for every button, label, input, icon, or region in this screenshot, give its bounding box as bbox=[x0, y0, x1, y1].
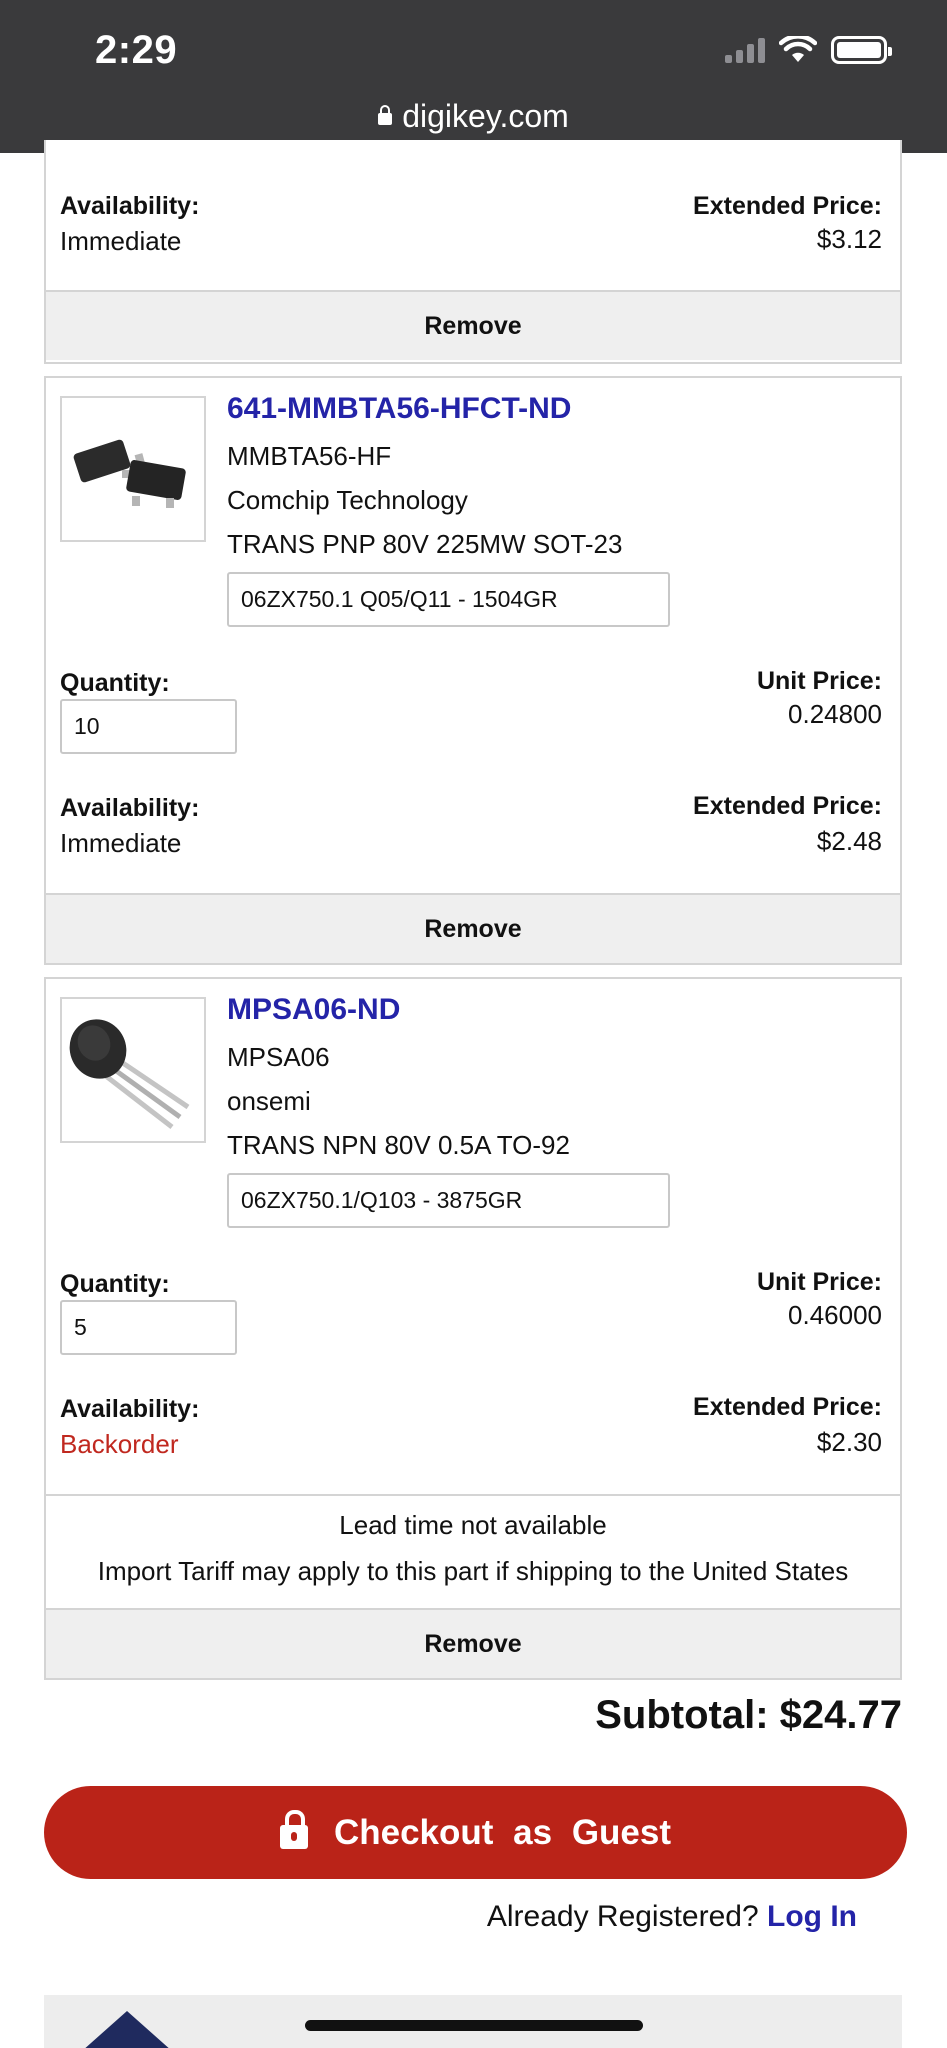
manufacturer-part-number: MPSA06 bbox=[227, 1042, 330, 1072]
unit-price-label: Unit Price: bbox=[756, 1268, 882, 1296]
part-description: TRANS PNP 80V 225MW SOT-23 bbox=[227, 529, 623, 559]
checkout-as-guest-button[interactable]: Checkout as Guest bbox=[44, 1786, 907, 1879]
lock-icon bbox=[378, 105, 393, 125]
part-description: TRANS NPN 80V 0.5A TO-92 bbox=[227, 1130, 570, 1160]
login-prompt: Already Registered? Log In bbox=[487, 1900, 857, 1934]
part-number-link[interactable]: MPSA06-ND bbox=[227, 993, 400, 1027]
quantity-label: Quantity: bbox=[60, 669, 170, 697]
tariff-notice: Import Tariff may apply to this part if … bbox=[97, 1556, 849, 1586]
lead-time-notice: Lead time not available bbox=[339, 1510, 607, 1540]
subtotal-value: $24.77 bbox=[779, 1693, 902, 1737]
unit-price-value: 0.46000 bbox=[788, 1300, 882, 1330]
status-time: 2:29 bbox=[95, 28, 178, 72]
unit-price-value: 0.24800 bbox=[788, 699, 882, 729]
extended-price-value: $2.30 bbox=[816, 1427, 882, 1457]
product-thumbnail[interactable] bbox=[60, 396, 206, 542]
address-bar[interactable]: digikey.com bbox=[0, 98, 947, 135]
cart-item-card: MPSA06-ND MPSA06 onsemi TRANS NPN 80V 0.… bbox=[44, 977, 902, 1680]
log-in-link[interactable]: Log In bbox=[767, 1900, 857, 1933]
availability-value: Backorder bbox=[60, 1429, 179, 1459]
extended-price-value: $2.48 bbox=[816, 826, 882, 856]
extended-price-value: $3.12 bbox=[816, 224, 882, 254]
extended-price-label: Extended Price: bbox=[693, 192, 882, 220]
subtotal: Subtotal: $24.77 bbox=[595, 1693, 902, 1738]
url-text: digikey.com bbox=[402, 98, 569, 134]
subtotal-label: Subtotal: bbox=[595, 1693, 769, 1737]
remove-button[interactable]: Remove bbox=[46, 290, 900, 360]
wifi-icon bbox=[779, 36, 817, 62]
battery-icon bbox=[831, 36, 892, 64]
brand-logo-icon bbox=[82, 2011, 172, 2048]
manufacturer-name: Comchip Technology bbox=[227, 485, 468, 515]
lock-icon bbox=[279, 1809, 308, 1849]
unit-price-label: Unit Price: bbox=[756, 667, 882, 695]
quantity-field[interactable]: 10 bbox=[60, 699, 237, 754]
availability-label: Availability: bbox=[60, 192, 200, 220]
quantity-label: Quantity: bbox=[60, 1270, 170, 1298]
extended-price-label: Extended Price: bbox=[693, 792, 882, 820]
manufacturer-name: onsemi bbox=[227, 1086, 311, 1116]
remove-button[interactable]: Remove bbox=[46, 893, 900, 963]
item-notice: Lead time not available Import Tariff ma… bbox=[46, 1494, 900, 1608]
customer-reference-field[interactable]: 06ZX750.1 Q05/Q11 - 1504GR bbox=[227, 572, 670, 627]
sot23-package-icon bbox=[73, 439, 186, 508]
cellular-signal-icon bbox=[725, 37, 765, 63]
registered-prompt: Already Registered? bbox=[486, 1900, 759, 1933]
availability-value: Immediate bbox=[60, 226, 182, 256]
customer-reference-field[interactable]: 06ZX750.1/Q103 - 3875GR bbox=[227, 1173, 670, 1228]
part-number-link[interactable]: 641-MMBTA56-HFCT-ND bbox=[227, 392, 571, 426]
availability-label: Availability: bbox=[60, 1395, 200, 1423]
availability-value: Immediate bbox=[60, 828, 182, 858]
checkout-label: Checkout as Guest bbox=[333, 1812, 672, 1852]
availability-label: Availability: bbox=[60, 794, 200, 822]
extended-price-label: Extended Price: bbox=[693, 1393, 882, 1421]
browser-top-bar: 2:29 digikey.com bbox=[0, 0, 947, 153]
cart-item-card: Availability: Immediate Extended Price: … bbox=[44, 140, 902, 364]
product-thumbnail[interactable] bbox=[60, 997, 206, 1143]
to92-package-icon bbox=[69, 1019, 190, 1129]
home-indicator[interactable] bbox=[305, 2020, 643, 2031]
cart-item-card: 641-MMBTA56-HFCT-ND MMBTA56-HF Comchip T… bbox=[44, 376, 902, 965]
quantity-field[interactable]: 5 bbox=[60, 1300, 237, 1355]
manufacturer-part-number: MMBTA56-HF bbox=[227, 441, 392, 471]
remove-button[interactable]: Remove bbox=[46, 1608, 900, 1678]
status-icons bbox=[725, 36, 892, 64]
